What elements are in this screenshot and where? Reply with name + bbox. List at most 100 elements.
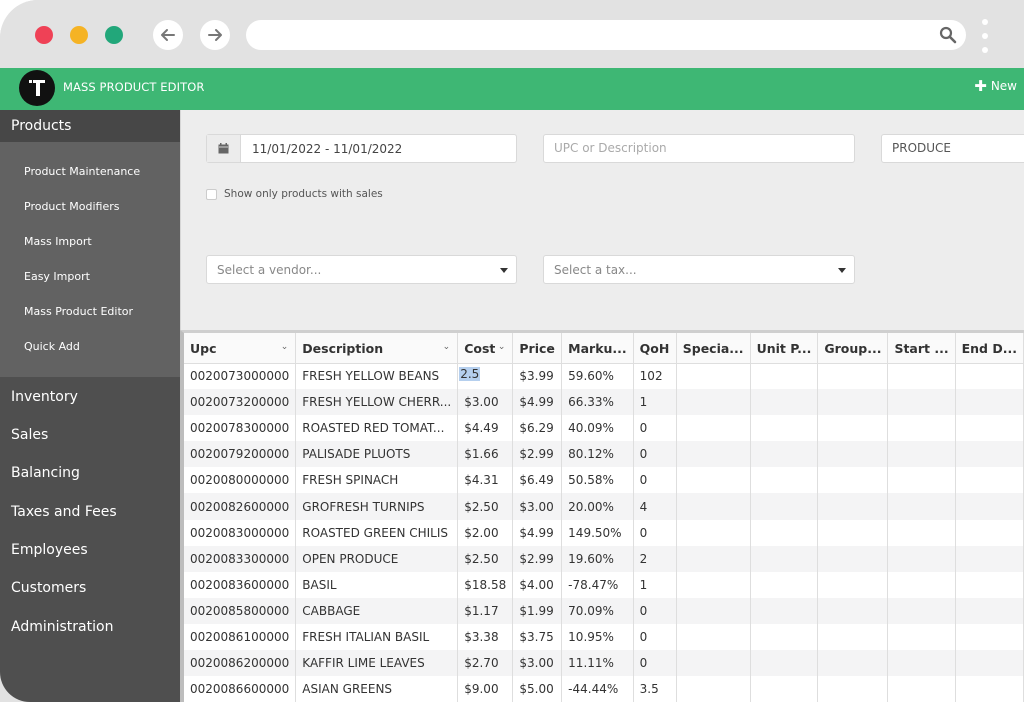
cell-markup[interactable]: 80.12% <box>561 441 634 468</box>
table-row[interactable]: 0020073000000FRESH YELLOW BEANS2.5 ⌃⌄$3.9… <box>184 363 1024 390</box>
cell-empty[interactable] <box>676 545 751 572</box>
cell-upc[interactable]: 0020073200000 <box>184 389 297 416</box>
chevron-down-icon[interactable]: ⌄ <box>547 342 555 352</box>
column-header-qoh[interactable]: QoH ⌄ <box>633 333 677 364</box>
cell-qoh[interactable]: 1 <box>633 389 677 416</box>
table-row[interactable]: 0020086200000 KAFFIR LIME LEAVES $2.70 $3.0… <box>184 650 1024 677</box>
cell-empty[interactable] <box>750 441 819 468</box>
upc-search-field[interactable] <box>543 134 855 163</box>
cell-empty[interactable] <box>955 597 1024 624</box>
show-only-sales-toggle[interactable]: Show only products with sales <box>206 188 383 200</box>
cell-upc[interactable]: 0020078300000 <box>184 415 297 442</box>
cell-empty[interactable] <box>955 623 1024 651</box>
column-header-start-date[interactable]: Start ... <box>887 333 956 364</box>
cell-empty[interactable] <box>955 519 1024 546</box>
cell-cost[interactable]: $2.50 <box>457 545 514 572</box>
column-header-unit-price[interactable]: Unit P... <box>750 333 819 364</box>
cell-empty[interactable] <box>817 650 889 677</box>
spinner-icon[interactable]: ⌃⌄ <box>512 367 513 382</box>
cell-empty[interactable] <box>955 415 1024 442</box>
table-row[interactable]: 0020073200000 FRESH YELLOW CHERR... $3.00 $… <box>184 389 1024 416</box>
close-window-button[interactable] <box>35 26 53 44</box>
cell-empty[interactable] <box>750 650 819 677</box>
back-button[interactable] <box>153 20 183 50</box>
cell-empty[interactable] <box>817 493 889 520</box>
cell-upc[interactable]: 0020083600000 <box>184 571 297 598</box>
sidebar-item-customers[interactable]: Customers <box>11 580 86 596</box>
cell-empty[interactable] <box>676 650 751 677</box>
cell-upc[interactable]: 0020083300000 <box>184 545 297 572</box>
cell-price[interactable]: $3.75 <box>512 623 563 651</box>
chevron-down-icon[interactable]: ⌄ <box>443 342 451 352</box>
cell-empty[interactable] <box>750 467 819 494</box>
cell-cost[interactable]: $18.58 <box>457 571 514 598</box>
cell-empty[interactable] <box>887 467 956 494</box>
column-header-end-date[interactable]: End D... <box>955 333 1024 364</box>
cell-description[interactable]: ROASTED RED TOMAT... <box>295 415 459 442</box>
department-field[interactable]: PRODUCE <box>881 134 1024 163</box>
forward-button[interactable] <box>200 20 230 50</box>
cell-empty[interactable] <box>676 597 751 624</box>
cell-markup[interactable]: 59.60% <box>561 363 634 390</box>
sidebar-item-inventory[interactable]: Inventory <box>11 389 78 405</box>
sidebar-item-products[interactable]: Products <box>0 110 180 142</box>
cell-price[interactable]: $6.29 <box>512 415 563 442</box>
cell-qoh[interactable]: 102 <box>633 363 677 390</box>
cell-empty[interactable] <box>750 363 819 390</box>
cell-description[interactable]: GROFRESH TURNIPS <box>295 493 459 520</box>
cell-empty[interactable] <box>887 571 956 598</box>
cell-upc[interactable]: 0020082600000 <box>184 493 297 520</box>
column-header-special[interactable]: Specia... <box>676 333 751 364</box>
cell-qoh[interactable]: 0 <box>633 650 677 677</box>
cell-cost[interactable]: 2.5 ⌃⌄ <box>457 363 514 390</box>
sidebar-subitem-product-maintenance[interactable]: Product Maintenance <box>24 165 140 178</box>
chevron-down-icon[interactable]: ⌄ <box>281 342 289 352</box>
sidebar-item-administration[interactable]: Administration <box>11 619 113 635</box>
cell-qoh[interactable]: 1 <box>633 571 677 598</box>
cell-markup[interactable]: 19.60% <box>561 545 634 572</box>
cell-empty[interactable] <box>676 623 751 651</box>
upc-search-input[interactable] <box>554 141 834 155</box>
cell-price[interactable]: $3.99 <box>512 363 563 390</box>
cell-empty[interactable] <box>676 389 751 416</box>
sidebar-item-sales[interactable]: Sales <box>11 427 48 443</box>
cell-upc[interactable]: 0020086100000 <box>184 623 297 651</box>
cell-empty[interactable] <box>676 571 751 598</box>
date-range-picker[interactable]: 11/01/2022 - 11/01/2022 <box>206 134 517 163</box>
cell-empty[interactable] <box>817 519 889 546</box>
column-header-upc[interactable]: Upc ⌄ <box>184 333 297 364</box>
cell-empty[interactable] <box>750 519 819 546</box>
cell-qoh[interactable]: 3.5 <box>633 676 677 702</box>
cell-cost[interactable]: $2.70 <box>457 650 514 677</box>
cell-description[interactable]: FRESH YELLOW CHERR... <box>295 389 459 416</box>
cell-cost[interactable]: $2.00 <box>457 519 514 546</box>
cell-cost[interactable]: $3.00 <box>457 389 514 416</box>
cell-empty[interactable] <box>817 363 889 390</box>
cell-empty[interactable] <box>887 493 956 520</box>
cell-upc[interactable]: 0020086600000 <box>184 676 297 702</box>
cell-description[interactable]: FRESH SPINACH <box>295 467 459 494</box>
sidebar-subitem-quick-add[interactable]: Quick Add <box>24 340 80 353</box>
cell-empty[interactable] <box>817 597 889 624</box>
cell-empty[interactable] <box>817 389 889 416</box>
cell-empty[interactable] <box>750 415 819 442</box>
sidebar-item-balancing[interactable]: Balancing <box>11 465 80 481</box>
vendor-select[interactable]: Select a vendor... <box>206 255 517 284</box>
cell-empty[interactable] <box>955 389 1024 416</box>
cell-empty[interactable] <box>817 571 889 598</box>
cell-cost[interactable]: $4.31 <box>457 467 514 494</box>
cell-markup[interactable]: 149.50% <box>561 519 634 546</box>
table-row[interactable]: 0020080000000 FRESH SPINACH $4.31 $6.49 50.5… <box>184 467 1024 494</box>
cell-empty[interactable] <box>887 597 956 624</box>
cell-price[interactable]: $3.00 <box>512 493 563 520</box>
cell-empty[interactable] <box>676 467 751 494</box>
sidebar-item-employees[interactable]: Employees <box>11 542 88 558</box>
cell-empty[interactable] <box>887 389 956 416</box>
maximize-window-button[interactable] <box>105 26 123 44</box>
cell-upc[interactable]: 0020085800000 <box>184 597 297 624</box>
cell-empty[interactable] <box>887 676 956 702</box>
tax-select[interactable]: Select a tax... <box>543 255 855 284</box>
cell-markup[interactable]: -78.47% <box>561 571 634 598</box>
search-icon[interactable] <box>938 25 958 45</box>
cell-markup[interactable]: 66.33% <box>561 389 634 416</box>
